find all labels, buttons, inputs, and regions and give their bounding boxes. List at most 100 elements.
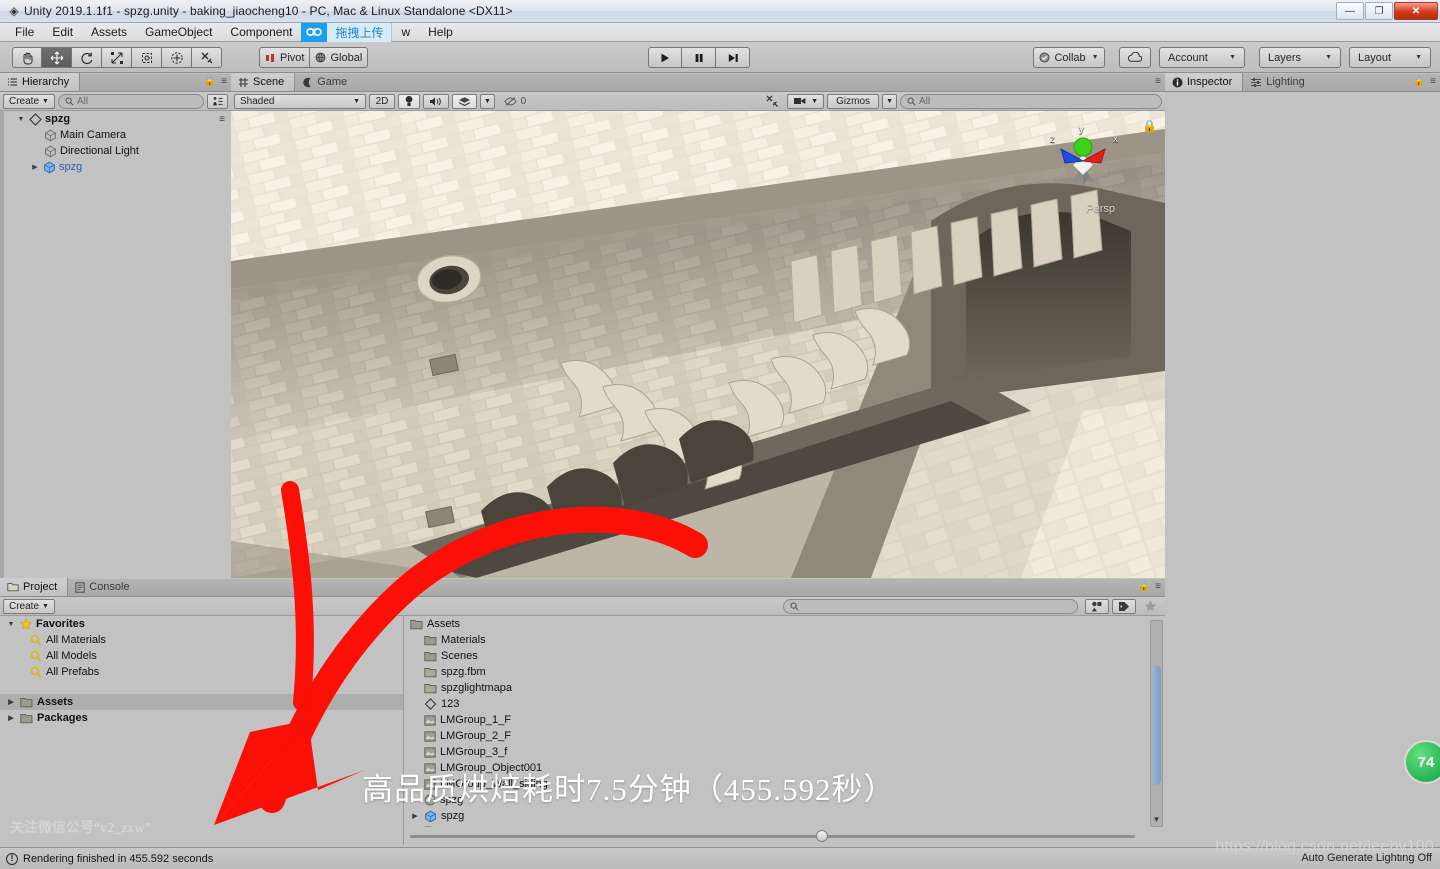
tab-console[interactable]: Console: [68, 578, 139, 596]
project-content-item[interactable]: LMGroup_1_F: [404, 712, 1147, 728]
slider-knob[interactable]: [816, 830, 828, 842]
scene-2d-toggle[interactable]: 2D: [369, 93, 395, 109]
chevron-right-icon[interactable]: ▶: [6, 714, 16, 722]
lock-icon[interactable]: 🔒: [1138, 581, 1150, 592]
panel-menu-icon[interactable]: ≡: [1430, 76, 1436, 87]
hand-tool-button[interactable]: [12, 47, 42, 68]
scene-tab-tools[interactable]: ≡: [1155, 76, 1161, 87]
panel-menu-icon[interactable]: ≡: [1155, 581, 1161, 592]
cloud-button[interactable]: [1119, 47, 1151, 68]
scene-gizmos-button[interactable]: Gizmos: [827, 93, 880, 109]
step-button[interactable]: [716, 47, 750, 68]
project-zoom-slider[interactable]: [410, 830, 1135, 842]
project-favorite-button[interactable]: [1139, 599, 1162, 614]
scene-fx-dropdown[interactable]: ▼: [480, 93, 495, 109]
tab-lighting[interactable]: Lighting: [1243, 73, 1315, 91]
tab-scene[interactable]: Scene: [231, 73, 296, 91]
project-content-item[interactable]: Materials: [404, 632, 1147, 648]
project-content-item[interactable]: ▶ spzg: [404, 808, 1147, 824]
scrollbar-thumb[interactable]: [1152, 665, 1161, 785]
transform-tool-button[interactable]: [162, 47, 192, 68]
tab-project[interactable]: Project: [0, 578, 69, 596]
panel-menu-icon[interactable]: ≡: [1155, 76, 1161, 87]
hierarchy-search-input[interactable]: All: [57, 93, 204, 109]
menu-file[interactable]: File: [6, 23, 43, 41]
scene-tools-button[interactable]: [760, 94, 784, 109]
project-tree[interactable]: ▼ Favorites All Materials All Models All…: [0, 616, 404, 845]
project-tree-all-models[interactable]: All Models: [0, 648, 403, 664]
hierarchy-item-main-camera[interactable]: Main Camera: [0, 127, 231, 143]
tab-game[interactable]: Game: [295, 73, 357, 91]
play-button[interactable]: [648, 47, 682, 68]
collab-button[interactable]: Collab ▼: [1033, 47, 1105, 68]
project-tree-favorites[interactable]: ▼ Favorites: [0, 616, 403, 632]
lock-icon[interactable]: 🔒: [204, 76, 216, 87]
inspector-tab-tools[interactable]: 🔓 ≡: [1413, 76, 1436, 87]
wechat-cloud-icon[interactable]: [301, 22, 328, 42]
scene-context-menu-icon[interactable]: ≡: [219, 114, 225, 125]
chevron-right-icon[interactable]: ▶: [30, 163, 40, 171]
scene-audio-toggle[interactable]: [423, 93, 449, 109]
chevron-down-icon[interactable]: ▼: [6, 621, 16, 628]
scene-viewport[interactable]: z y x Persp 🔒: [231, 111, 1165, 578]
scale-tool-button[interactable]: [102, 47, 132, 68]
inspector-content[interactable]: [1165, 92, 1440, 869]
scene-gizmos-dropdown[interactable]: ▼: [882, 93, 897, 109]
project-search-input[interactable]: [783, 598, 1078, 614]
project-content-item[interactable]: spzg.fbm: [404, 664, 1147, 680]
layers-button[interactable]: Layers ▼: [1259, 47, 1341, 68]
menu-help[interactable]: Help: [419, 23, 462, 41]
project-content-item[interactable]: Assets: [404, 616, 1147, 632]
hierarchy-item-directional-light[interactable]: Directional Light: [0, 143, 231, 159]
scene-lighting-toggle[interactable]: [398, 93, 420, 109]
project-contents[interactable]: Assets Materials Scenes spzg.fbm spzglig…: [404, 616, 1165, 845]
rotate-tool-button[interactable]: [72, 47, 102, 68]
account-button[interactable]: Account ▼: [1159, 47, 1245, 68]
minimize-button[interactable]: —: [1336, 2, 1364, 20]
project-content-item[interactable]: Scenes: [404, 648, 1147, 664]
project-tab-tools[interactable]: 🔒 ≡: [1138, 581, 1161, 592]
move-tool-button[interactable]: [42, 47, 72, 68]
chevron-right-icon[interactable]: ▶: [410, 812, 420, 820]
scene-hidden-objects[interactable]: 0: [498, 94, 532, 109]
close-button[interactable]: ✕: [1394, 2, 1438, 20]
hierarchy-item-scene[interactable]: ▼ spzg ≡: [0, 111, 231, 127]
hierarchy-create-button[interactable]: Create ▼: [3, 93, 55, 109]
menu-window[interactable]: w: [392, 23, 419, 41]
menu-edit[interactable]: Edit: [43, 23, 82, 41]
gizmo-lock-icon[interactable]: 🔒: [1142, 119, 1157, 133]
project-content-item[interactable]: LMGroup_3_f: [404, 744, 1147, 760]
layout-button[interactable]: Layout ▼: [1349, 47, 1431, 68]
pivot-toggle-button[interactable]: Pivot: [259, 47, 311, 68]
project-content-item[interactable]: LMGroup_2_F: [404, 728, 1147, 744]
scene-camera-button[interactable]: ▼: [787, 93, 825, 109]
project-content-item[interactable]: terrain: [404, 824, 1147, 827]
panel-menu-icon[interactable]: ≡: [221, 76, 227, 87]
pause-button[interactable]: [682, 47, 716, 68]
scene-draw-mode-dropdown[interactable]: Shaded ▼: [234, 93, 366, 109]
menu-component[interactable]: Component: [221, 23, 301, 41]
lock-icon[interactable]: 🔓: [1413, 76, 1425, 87]
project-filter-type-button[interactable]: [1085, 598, 1109, 614]
project-tree-assets[interactable]: ▶ Assets: [0, 694, 403, 710]
project-vertical-scrollbar[interactable]: [1150, 620, 1163, 827]
global-toggle-button[interactable]: Global: [310, 47, 369, 68]
progress-badge[interactable]: 74: [1404, 740, 1440, 784]
tab-hierarchy[interactable]: Hierarchy: [0, 73, 81, 91]
tab-inspector[interactable]: Inspector: [1165, 73, 1244, 91]
rect-tool-button[interactable]: [132, 47, 162, 68]
project-tree-packages[interactable]: ▶ Packages: [0, 710, 403, 726]
chevron-down-icon[interactable]: ▼: [16, 116, 26, 123]
hierarchy-tab-tools[interactable]: 🔒 ≡: [204, 76, 227, 87]
menu-assets[interactable]: Assets: [82, 23, 136, 41]
project-content-item[interactable]: spzglightmapa: [404, 680, 1147, 696]
project-tree-all-materials[interactable]: All Materials: [0, 632, 403, 648]
scene-fx-toggle[interactable]: [452, 93, 477, 109]
hierarchy-sort-button[interactable]: [207, 93, 228, 109]
scene-view-gizmo[interactable]: z y x: [1043, 121, 1123, 201]
wechat-upload-label[interactable]: 拖拽上传: [327, 22, 393, 42]
project-create-button[interactable]: Create ▼: [3, 598, 55, 614]
hierarchy-tree[interactable]: ▼ spzg ≡ Main Camera Directional Light ▶…: [0, 111, 231, 616]
menu-gameobject[interactable]: GameObject: [136, 23, 221, 41]
custom-editor-tool-button[interactable]: [192, 47, 222, 68]
